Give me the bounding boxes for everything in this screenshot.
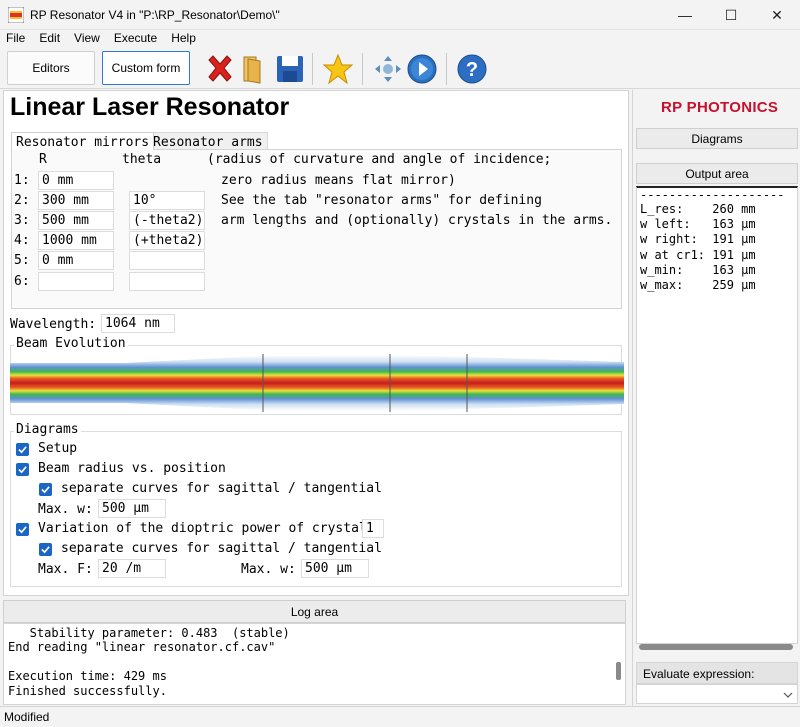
diagrams-title: Diagrams bbox=[14, 422, 81, 437]
save-disk-icon[interactable] bbox=[274, 53, 306, 85]
rp-photonics-logo: RP PHOTONICS bbox=[661, 99, 779, 116]
column-header-r: R bbox=[39, 152, 47, 167]
menu-file[interactable]: File bbox=[0, 30, 31, 47]
mirrors-table: R theta 1: 2: 3: 4: 5: 6: 0 mm 300 mm 50… bbox=[11, 149, 622, 309]
mirror-theta-field[interactable]: 10° bbox=[129, 191, 205, 210]
beam-radius-label: Beam radius vs. position bbox=[38, 461, 226, 476]
row-number: 6: bbox=[14, 274, 30, 289]
mirror-theta-field[interactable] bbox=[129, 251, 205, 270]
mirror-r-field[interactable]: 300 mm bbox=[38, 191, 114, 210]
mirrors-note: arm lengths and (optionally) crystals in… bbox=[221, 213, 613, 228]
custom-form-panel: Linear Laser Resonator Resonator mirrors… bbox=[3, 90, 629, 596]
max-w2-label: Max. w: bbox=[241, 562, 296, 577]
toolbar: Editors Custom form ? bbox=[0, 47, 800, 89]
right-panel: RP PHOTONICS Diagrams Output area ------… bbox=[632, 90, 800, 706]
wavelength-field[interactable]: 1064 nm bbox=[101, 314, 175, 333]
log-text: Stability parameter: 0.483 (stable) End … bbox=[8, 626, 290, 698]
separate-curves-checkbox-2[interactable] bbox=[39, 543, 52, 556]
log-scrollbar[interactable] bbox=[616, 662, 621, 680]
mirror-r-field[interactable]: 500 mm bbox=[38, 211, 114, 230]
row-number: 3: bbox=[14, 213, 30, 228]
custom-form-button[interactable]: Custom form bbox=[102, 51, 190, 85]
mirror-r-field[interactable]: 1000 mm bbox=[38, 231, 114, 250]
mirrors-note: (radius of curvature and angle of incide… bbox=[207, 152, 552, 167]
maximize-icon: ☐ bbox=[724, 6, 738, 23]
close-icon: ✕ bbox=[771, 6, 783, 23]
log-area[interactable]: Stability parameter: 0.483 (stable) End … bbox=[3, 623, 626, 705]
tab-resonator-mirrors[interactable]: Resonator mirrors bbox=[11, 132, 155, 150]
page-title: Linear Laser Resonator bbox=[10, 93, 290, 121]
wavelength-label: Wavelength: bbox=[10, 317, 97, 332]
separate-curves-label: separate curves for sagittal / tangentia… bbox=[61, 481, 382, 496]
beam-evolution-title: Beam Evolution bbox=[14, 336, 128, 351]
favorite-star-icon[interactable] bbox=[322, 53, 354, 85]
output-text: L_res: 260 mm w left: 163 µm w right: 19… bbox=[640, 202, 756, 293]
beam-profile bbox=[10, 355, 624, 411]
row-number: 4: bbox=[14, 233, 30, 248]
row-number: 1: bbox=[14, 173, 30, 188]
evaluate-expression-input[interactable] bbox=[636, 684, 798, 704]
column-header-theta: theta bbox=[122, 152, 162, 167]
output-separator: -------------------- bbox=[640, 188, 785, 202]
mirror-r-field[interactable]: 0 mm bbox=[38, 171, 114, 190]
status-bar: Modified bbox=[0, 706, 800, 727]
chevron-down-icon[interactable] bbox=[783, 691, 793, 699]
menu-bar: File Edit View Execute Help bbox=[0, 30, 800, 47]
title-bar: RP Resonator V4 in "P:\RP_Resonator\Demo… bbox=[0, 0, 800, 30]
max-f-field[interactable]: 20 /m bbox=[98, 559, 166, 578]
menu-help[interactable]: Help bbox=[163, 30, 202, 47]
mirrors-note: zero radius means flat mirror) bbox=[221, 173, 456, 188]
status-text: Modified bbox=[4, 710, 50, 724]
log-area-header[interactable]: Log area bbox=[3, 600, 626, 623]
max-f-label: Max. F: bbox=[38, 562, 93, 577]
svg-text:?: ? bbox=[466, 59, 478, 81]
variation-label: Variation of the dioptric power of cryst… bbox=[38, 521, 367, 536]
window-title: RP Resonator V4 in "P:\RP_Resonator\Demo… bbox=[30, 8, 280, 22]
toolbar-separator bbox=[362, 53, 363, 85]
output-scrollbar[interactable] bbox=[639, 644, 793, 650]
minimize-icon: — bbox=[678, 7, 692, 23]
separate-curves-checkbox[interactable] bbox=[39, 483, 52, 496]
menu-execute[interactable]: Execute bbox=[106, 30, 163, 47]
output-area[interactable]: -------------------- L_res: 260 mm w lef… bbox=[636, 186, 798, 644]
minimize-button[interactable]: — bbox=[662, 0, 708, 30]
max-w-label: Max. w: bbox=[38, 502, 93, 517]
mirror-r-field[interactable] bbox=[38, 272, 114, 291]
menu-edit[interactable]: Edit bbox=[31, 30, 66, 47]
toolbar-separator bbox=[312, 53, 313, 85]
editors-button[interactable]: Editors bbox=[7, 51, 95, 85]
app-icon bbox=[8, 7, 24, 23]
open-folder-icon[interactable] bbox=[238, 53, 270, 85]
max-w2-field[interactable]: 500 µm bbox=[301, 559, 369, 578]
menu-view[interactable]: View bbox=[66, 30, 106, 47]
mirror-theta-field[interactable] bbox=[129, 272, 205, 291]
close-button[interactable]: ✕ bbox=[754, 0, 800, 30]
row-number: 5: bbox=[14, 253, 30, 268]
diagrams-button[interactable]: Diagrams bbox=[636, 128, 798, 149]
setup-label: Setup bbox=[38, 441, 78, 456]
max-w-field[interactable]: 500 µm bbox=[98, 499, 166, 518]
close-red-x-icon[interactable] bbox=[204, 53, 236, 85]
output-area-button[interactable]: Output area bbox=[636, 163, 798, 184]
beam-radius-checkbox[interactable] bbox=[16, 463, 29, 476]
separate-curves-label-2: separate curves for sagittal / tangentia… bbox=[61, 541, 382, 556]
maximize-button[interactable]: ☐ bbox=[708, 0, 754, 30]
beam-evolution-plot bbox=[10, 354, 624, 412]
help-question-icon[interactable]: ? bbox=[456, 53, 488, 85]
move-arrows-icon[interactable] bbox=[372, 53, 404, 85]
tab-resonator-arms[interactable]: Resonator arms bbox=[148, 132, 268, 150]
mirror-theta-field[interactable]: (-theta2) bbox=[129, 211, 205, 230]
mirror-theta-field[interactable]: (+theta2) bbox=[129, 231, 205, 250]
toolbar-separator bbox=[446, 53, 447, 85]
run-play-icon[interactable] bbox=[406, 53, 438, 85]
evaluate-expression-label: Evaluate expression: bbox=[636, 662, 798, 684]
variation-checkbox[interactable] bbox=[16, 523, 29, 536]
mirrors-note: See the tab "resonator arms" for definin… bbox=[221, 193, 542, 208]
mirror-r-field[interactable]: 0 mm bbox=[38, 251, 114, 270]
setup-checkbox[interactable] bbox=[16, 443, 29, 456]
row-number: 2: bbox=[14, 193, 30, 208]
crystal-number-field[interactable]: 1 bbox=[362, 519, 384, 538]
